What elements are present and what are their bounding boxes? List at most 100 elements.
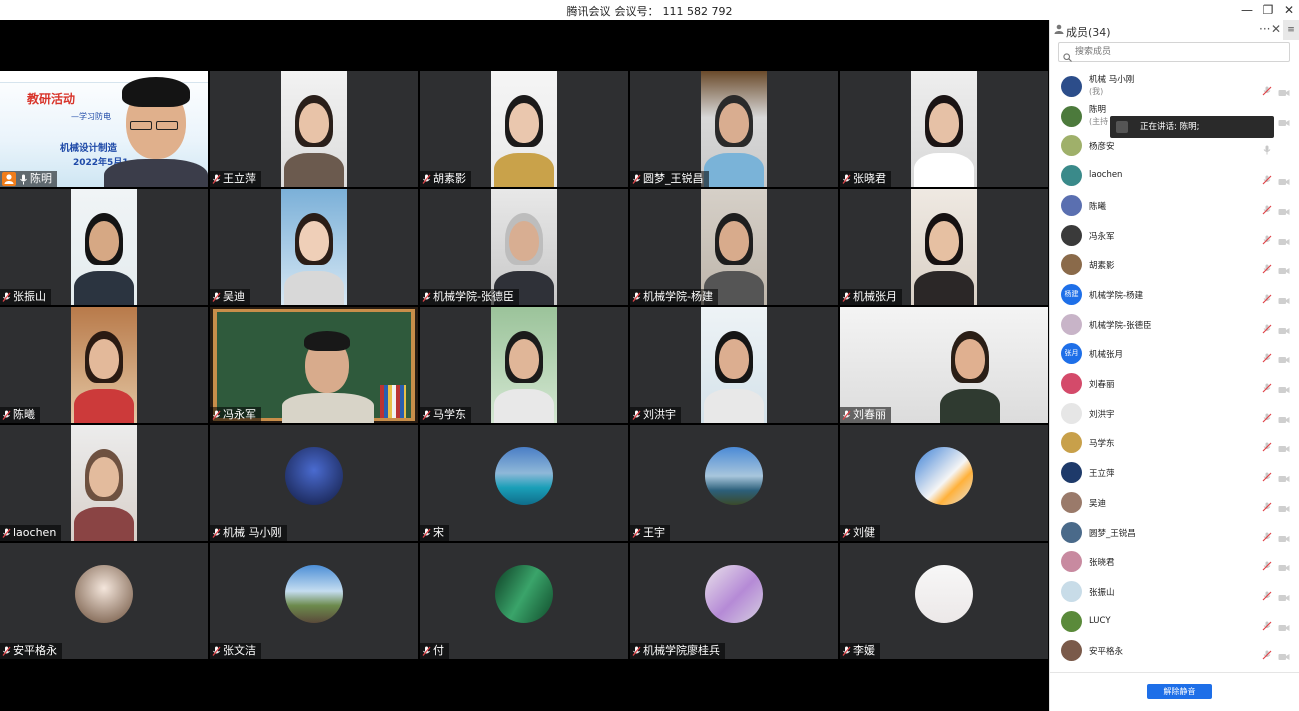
mic-muted-icon[interactable]: [1262, 378, 1272, 397]
member-avatar: [1061, 165, 1082, 187]
video-tile[interactable]: 胡素影: [420, 71, 628, 187]
search-members-input[interactable]: [1058, 42, 1290, 62]
mic-muted-icon[interactable]: [1262, 289, 1272, 308]
member-avatar: [1061, 432, 1082, 454]
member-row[interactable]: 刘春丽: [1050, 370, 1299, 398]
camera-off-icon[interactable]: [1278, 557, 1290, 576]
more-options-button[interactable]: ···: [1259, 22, 1270, 36]
video-tile[interactable]: 机械学院-张德臣: [420, 189, 628, 305]
video-tile[interactable]: 吴迪: [210, 189, 418, 305]
camera-off-icon[interactable]: [1278, 290, 1290, 309]
mic-muted-icon[interactable]: [1262, 467, 1272, 486]
video-tile[interactable]: 机械学院-杨建: [630, 189, 838, 305]
camera-off-icon[interactable]: [1278, 587, 1290, 606]
mic-muted-icon[interactable]: [1262, 586, 1272, 605]
video-tile[interactable]: 马学东: [420, 307, 628, 423]
member-row[interactable]: 圆梦_王锐昌: [1050, 519, 1299, 547]
video-tile[interactable]: 冯永军: [210, 307, 418, 423]
video-tile[interactable]: 陈曦: [0, 307, 208, 423]
participant-video: [71, 189, 137, 305]
video-tile[interactable]: 圆梦_王锐昌: [630, 71, 838, 187]
mic-muted-icon[interactable]: [1262, 230, 1272, 249]
camera-off-icon[interactable]: [1278, 260, 1290, 279]
minimize-button[interactable]: —: [1237, 1, 1257, 19]
mic-muted-icon: [422, 174, 431, 185]
camera-off-icon[interactable]: [1278, 82, 1290, 101]
mic-muted-icon[interactable]: [1262, 527, 1272, 546]
mic-muted-icon[interactable]: [1262, 616, 1272, 635]
camera-off-icon[interactable]: [1278, 409, 1290, 428]
mic-muted-icon[interactable]: [1262, 81, 1272, 100]
member-row[interactable]: 张振山: [1050, 578, 1299, 606]
mic-on-icon[interactable]: [1262, 140, 1272, 159]
mic-muted-icon[interactable]: [1262, 408, 1272, 427]
camera-off-icon[interactable]: [1278, 349, 1290, 368]
member-row[interactable]: 吴迪: [1050, 489, 1299, 517]
camera-off-icon[interactable]: [1278, 438, 1290, 457]
camera-off-icon[interactable]: [1278, 468, 1290, 487]
participant-video: [71, 425, 137, 541]
video-tile[interactable]: 张振山: [0, 189, 208, 305]
member-row[interactable]: 张月 机械张月: [1050, 340, 1299, 368]
member-row[interactable]: 安平格永: [1050, 637, 1299, 665]
member-row[interactable]: 张晓君: [1050, 548, 1299, 576]
video-tile[interactable]: 张晓君: [840, 71, 1048, 187]
mic-muted-icon[interactable]: [1262, 556, 1272, 575]
video-tile[interactable]: 刘春丽: [840, 307, 1048, 423]
camera-off-icon[interactable]: [1278, 201, 1290, 220]
mic-muted-icon[interactable]: [1262, 200, 1272, 219]
video-tile[interactable]: 机械学院廖桂兵: [630, 543, 838, 659]
member-row[interactable]: 陈曦: [1050, 192, 1299, 220]
member-row[interactable]: 马学东: [1050, 429, 1299, 457]
mic-muted-icon[interactable]: [1262, 170, 1272, 189]
mic-muted-icon[interactable]: [1262, 497, 1272, 516]
video-tile[interactable]: 机械 马小刚: [210, 425, 418, 541]
mic-muted-icon[interactable]: [1262, 348, 1272, 367]
meeting-id: 111 582 792: [662, 5, 733, 18]
participant-name-tag: 李媛: [840, 643, 880, 659]
camera-off-icon[interactable]: [1278, 379, 1290, 398]
video-tile[interactable]: 机械张月: [840, 189, 1048, 305]
video-tile[interactable]: 李媛: [840, 543, 1048, 659]
member-row[interactable]: 机械学院-张德臣: [1050, 311, 1299, 339]
member-name: laochen: [1089, 170, 1123, 181]
video-tile[interactable]: 张文洁: [210, 543, 418, 659]
mic-muted-icon[interactable]: [1262, 645, 1272, 664]
member-row[interactable]: 杨建 机械学院-杨建: [1050, 281, 1299, 309]
camera-off-icon[interactable]: [1278, 528, 1290, 547]
video-tile[interactable]: 刘健: [840, 425, 1048, 541]
member-row[interactable]: LUCY: [1050, 608, 1299, 636]
video-tile[interactable]: 王宇: [630, 425, 838, 541]
video-tile[interactable]: laochen: [0, 425, 208, 541]
mic-muted-icon[interactable]: [1262, 319, 1272, 338]
mic-muted-icon[interactable]: [1262, 437, 1272, 456]
member-row[interactable]: 王立萍: [1050, 459, 1299, 487]
member-row[interactable]: 胡素影: [1050, 251, 1299, 279]
close-panel-button[interactable]: ✕: [1271, 22, 1281, 36]
camera-off-icon[interactable]: [1278, 617, 1290, 636]
restore-button[interactable]: ❐: [1258, 1, 1278, 19]
participant-name: 李媛: [853, 644, 875, 657]
video-tile[interactable]: 王立萍: [210, 71, 418, 187]
unmute-all-button[interactable]: 解除静音: [1147, 684, 1212, 699]
camera-off-icon[interactable]: [1278, 171, 1290, 190]
camera-off-icon[interactable]: [1278, 498, 1290, 517]
mic-muted-icon[interactable]: [1262, 259, 1272, 278]
video-tile[interactable]: 宋: [420, 425, 628, 541]
camera-off-icon[interactable]: [1278, 112, 1290, 131]
close-button[interactable]: ✕: [1279, 1, 1299, 19]
member-row[interactable]: 冯永军: [1050, 222, 1299, 250]
member-row[interactable]: 刘洪宇: [1050, 400, 1299, 428]
camera-off-icon[interactable]: [1278, 646, 1290, 665]
video-tile[interactable]: 刘洪宇: [630, 307, 838, 423]
camera-off-icon[interactable]: [1278, 320, 1290, 339]
camera-off-icon[interactable]: [1278, 231, 1290, 250]
video-tile[interactable]: 教研活动 —学习防电 机械设计制造 2022年5月1 陈明: [0, 71, 208, 187]
member-name: 马学东: [1089, 439, 1115, 450]
panel-menu-button[interactable]: ≡: [1283, 20, 1299, 40]
video-tile[interactable]: 安平格永: [0, 543, 208, 659]
member-row[interactable]: 机械 马小刚 (我): [1050, 73, 1299, 101]
video-tile[interactable]: 付: [420, 543, 628, 659]
slide-subtitle: —学习防电: [71, 112, 111, 121]
member-row[interactable]: laochen: [1050, 162, 1299, 190]
